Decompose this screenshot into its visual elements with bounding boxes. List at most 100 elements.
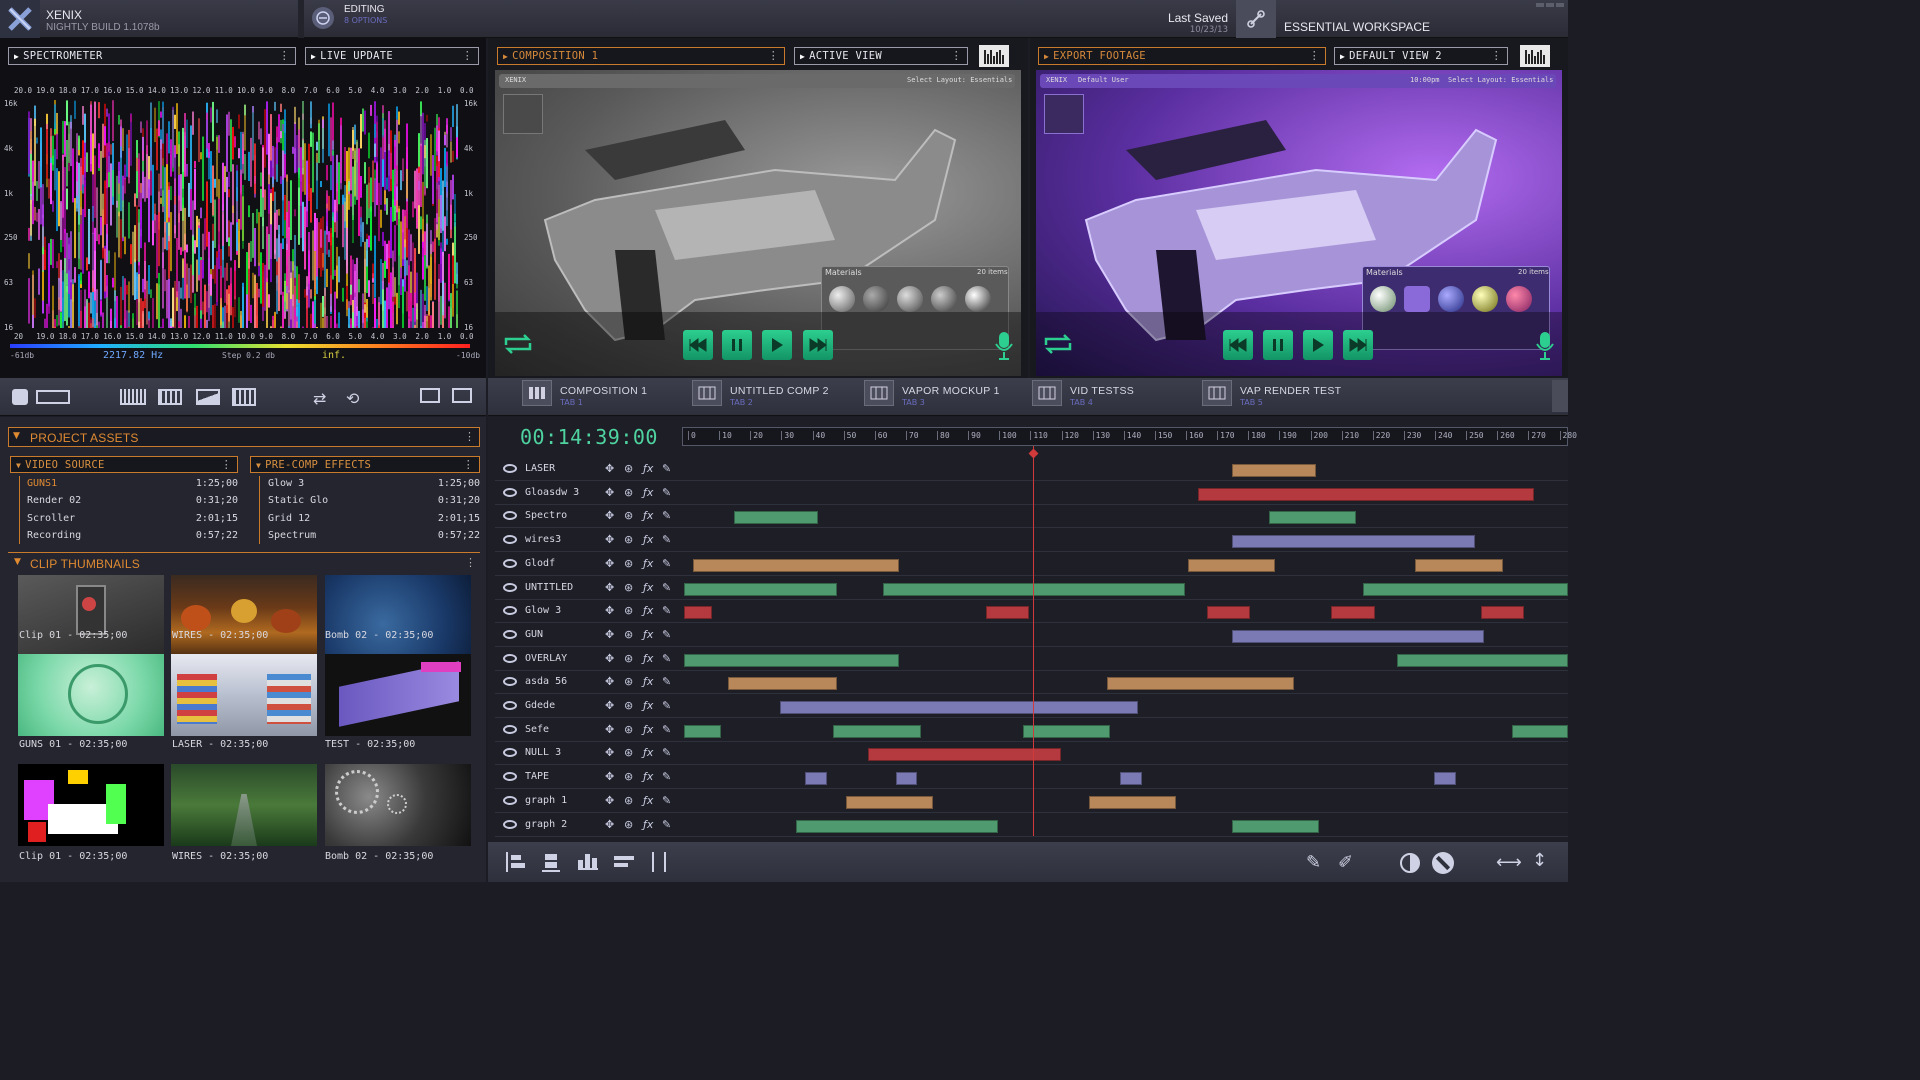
tab-vid-testss[interactable]: VID TESTSS TAB 4 [1032,380,1134,412]
pen-icon[interactable]: ✎ [662,770,671,783]
eye-icon[interactable] [503,464,517,473]
track-row[interactable]: Gloasdw 3 ✥ ⊛ ƒx ✎ [495,483,1568,505]
eye-icon[interactable] [503,724,517,734]
playhead[interactable] [1032,446,1034,836]
fx-icon[interactable]: ƒx [643,652,653,665]
clip-segment[interactable] [1197,487,1534,501]
clip-thumbnail[interactable] [325,764,471,846]
clip-segment[interactable] [733,511,818,525]
pen-icon[interactable]: ✎ [662,675,671,688]
pen-icon[interactable]: ✎ [662,628,671,641]
clip-segment[interactable] [1088,795,1176,809]
brush-icon[interactable]: ✐ [1338,852,1353,873]
link-icon[interactable]: ⊛ [624,723,633,736]
loop-icon[interactable] [1042,333,1074,359]
move-icon[interactable]: ✥ [605,486,614,499]
link-icon[interactable]: ⊛ [624,652,633,665]
fx-icon[interactable]: ƒx [643,675,653,688]
clip-segment[interactable] [1396,653,1568,667]
rewind-button[interactable] [1223,330,1253,360]
clip-segment[interactable] [727,677,837,691]
clip-segment[interactable] [684,653,899,667]
eye-icon[interactable] [503,772,517,782]
eye-icon[interactable] [503,701,517,710]
export-preview[interactable]: XENIX Default User 10:00pm Select Layout… [1036,70,1562,376]
record-icon[interactable] [12,389,28,405]
fx-icon[interactable]: ƒx [643,509,653,522]
track-row[interactable]: wires3 ✥ ⊛ ƒx ✎ [495,530,1568,553]
timecode[interactable]: 00:14:39:00 [520,425,658,449]
shuffle-icon[interactable]: ⇄ [313,389,326,408]
repeat-icon[interactable]: ⟲ [346,389,359,408]
mode-label[interactable]: EDITING [344,4,385,15]
pen-icon[interactable]: ✎ [662,723,671,736]
fx-icon[interactable]: ƒx [643,723,653,736]
eye-icon[interactable] [503,511,517,521]
pen-icon[interactable]: ✎ [662,509,671,522]
clip-segment[interactable] [1231,464,1316,477]
track-row[interactable]: Sefe ✥ ⊛ ƒx ✎ [495,720,1568,742]
clip-segment[interactable] [1511,724,1568,738]
pen-icon[interactable]: ✎ [662,699,671,712]
track-row[interactable]: Glodf ✥ ⊛ ƒx ✎ [495,554,1568,576]
link-icon[interactable]: ⊛ [624,675,633,688]
clip-segment[interactable] [1331,606,1375,620]
fast-forward-button[interactable] [1343,330,1373,360]
loop-icon[interactable] [502,333,534,359]
clip-thumbnail[interactable] [325,575,471,657]
effect-name[interactable]: Grid 12 [268,513,310,524]
clip-segment[interactable] [796,819,999,833]
track-row[interactable]: GUN ✥ ⊛ ƒx ✎ [495,625,1568,647]
align-middle-icon[interactable] [652,852,666,872]
pen-icon[interactable]: ✎ [662,746,671,759]
graph-icon[interactable] [196,389,220,405]
export-footage-dropdown[interactable]: ▶ EXPORT FOOTAGE ⋮ [1038,47,1326,65]
move-icon[interactable]: ✥ [605,770,614,783]
clip-segment[interactable] [1269,511,1357,525]
fx-icon[interactable]: ƒx [643,746,653,759]
track-row[interactable]: LASER ✥ ⊛ ƒx ✎ [495,459,1568,481]
clip-segment[interactable] [1434,772,1456,786]
link-icon[interactable]: ⊛ [624,486,633,499]
tab-vap-render-test[interactable]: VAP RENDER TEST TAB 5 [1202,380,1341,412]
clip-segment[interactable] [845,795,933,809]
clip-segment[interactable] [693,558,899,572]
track-row[interactable]: Spectro ✥ ⊛ ƒx ✎ [495,506,1568,529]
link-icon[interactable]: ⊛ [624,557,633,570]
clip-thumbnail[interactable] [171,654,317,736]
link-icon[interactable]: ⊛ [624,746,633,759]
move-icon[interactable]: ✥ [605,628,614,641]
clip-segment[interactable] [780,701,1139,714]
clip-segment[interactable] [833,724,921,738]
fx-icon[interactable]: ƒx [643,486,653,499]
link-icon[interactable]: ⊛ [624,770,633,783]
link-icon[interactable]: ⊛ [624,628,633,641]
align-bottom-icon[interactable] [542,852,560,872]
tab-composition-1[interactable]: COMPOSITION 1 TAB 1 [522,380,647,412]
link-icon[interactable] [1236,0,1276,38]
track-row[interactable]: OVERLAY ✥ ⊛ ƒx ✎ [495,649,1568,671]
fx-icon[interactable]: ƒx [643,818,653,831]
spectrometer-dropdown[interactable]: ▶ SPECTROMETER ⋮ [8,47,296,65]
link-icon[interactable]: ⊛ [624,818,633,831]
pen-icon[interactable]: ✎ [662,652,671,665]
clip-segment[interactable] [895,772,918,786]
clip-thumbnail[interactable] [18,654,164,736]
asset-name[interactable]: Scroller [27,513,75,524]
video-source-dropdown[interactable]: ▼ VIDEO SOURCE ⋮ [10,456,238,473]
eye-icon[interactable] [503,795,517,805]
eye-icon[interactable] [503,487,517,497]
pen-icon[interactable]: ✎ [662,794,671,807]
move-icon[interactable]: ✥ [605,699,614,712]
fx-icon[interactable]: ƒx [643,628,653,641]
tab-untitled-comp-2[interactable]: UNTITLED COMP 2 TAB 2 [692,380,829,412]
clip-thumbnail[interactable] [171,764,317,846]
align-left-icon[interactable] [506,852,525,872]
pen-icon[interactable]: ✎ [662,533,671,546]
active-view-dropdown[interactable]: ▶ ACTIVE VIEW ⋮ [794,47,968,65]
move-icon[interactable]: ✥ [605,746,614,759]
track-row[interactable]: NULL 3 ✥ ⊛ ƒx ✎ [495,743,1568,766]
clip-segment[interactable] [1415,558,1503,572]
link-icon[interactable]: ⊛ [624,509,633,522]
live-update-dropdown[interactable]: ▶ LIVE UPDATE ⋮ [305,47,479,65]
